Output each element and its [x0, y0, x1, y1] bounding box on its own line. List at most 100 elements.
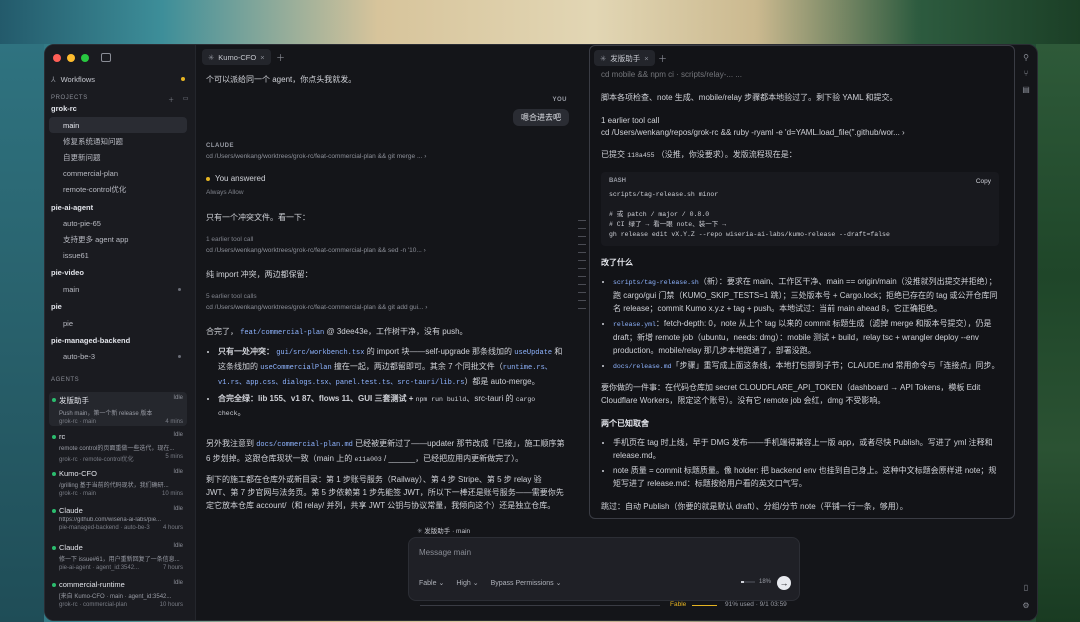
branch-item[interactable]: 自更新问题 [49, 149, 187, 165]
project-pie-ai-agent[interactable]: pie-ai-agent [51, 203, 93, 212]
agent-status-dot [52, 509, 56, 513]
branch-item[interactable]: pie [49, 315, 187, 331]
message-input[interactable]: Message main [419, 548, 471, 557]
branch-icon[interactable]: ⑂ [1021, 69, 1031, 79]
sidebar-toggle-icon[interactable] [101, 53, 111, 62]
tool-command[interactable]: cd /Users/wenkang/worktrees/grok-rc/feat… [206, 301, 566, 314]
close-window-button[interactable] [53, 53, 61, 62]
code-language-label: BASH [609, 178, 627, 184]
tool-command-text: cd /Users/wenkang/worktrees/grok-rc/feat… [206, 304, 424, 311]
text: 已提交 [601, 150, 625, 159]
merge-summary: 合完了， feat/commercial-plan @ 3dee43e，工作树干… [206, 325, 566, 340]
folder-icon[interactable]: ▭ [183, 95, 189, 104]
desktop-wallpaper-left [0, 44, 44, 622]
composer-controls: Fable ⌄ High ⌄ Bypass Permissions ⌄ [419, 579, 561, 587]
answered-label: You answered [215, 174, 266, 183]
zoom-window-button[interactable] [81, 53, 89, 62]
send-button[interactable]: → [777, 576, 791, 590]
permissions-select[interactable]: Bypass Permissions ⌄ [491, 579, 562, 587]
list-item: 只有一处冲突： gui/src/workbench.tsx 的 import 块… [218, 345, 566, 390]
project-grok-rc[interactable]: grok-rc [51, 104, 77, 113]
agents-header-label: AGENTS [51, 377, 80, 383]
minimize-window-button[interactable] [67, 53, 75, 62]
inline-code: release.yml [613, 321, 656, 328]
changes-list: scripts/tag-release.sh（新）：要求在 main、工作区干净… [601, 275, 1001, 375]
agent-item[interactable]: 发版助手 Idle Push main，第一个新 release 版本 grok-… [49, 392, 187, 426]
code-block: BASH Copy scripts/tag-release.sh minor #… [601, 172, 999, 246]
branch-item[interactable]: 支持更多 agent app [49, 231, 187, 247]
new-tab-icon[interactable]: ＋ [276, 51, 285, 64]
agent-status-dot [52, 398, 56, 402]
branch-item[interactable]: auto-pie-65 [49, 215, 187, 231]
branch-item[interactable]: 修复系统通知问题 [49, 133, 187, 149]
branch-item[interactable]: commercial-plan [49, 165, 187, 181]
text: 另外我注意到 [206, 439, 254, 448]
tool-command[interactable]: cd /Users/wenkang/worktrees/grok-rc/feat… [206, 150, 566, 163]
inline-code: gui/src/workbench.tsx [276, 349, 365, 357]
agent-item[interactable]: Claude Idle 修一下 issue#61，用户重新回复了一条信息... p… [49, 540, 187, 574]
agent-repo: grok-rc · main [59, 491, 97, 497]
tab-label: Kumo-CFO [218, 52, 257, 62]
permissions-label: Bypass Permissions [490, 580, 554, 587]
agent-status: Idle [173, 506, 183, 512]
branch-item[interactable]: main [49, 117, 187, 133]
text: 。 [237, 408, 246, 417]
document-icon[interactable]: ▤ [1021, 85, 1031, 95]
text: 撞在一起，两边都留即可。其余 7 个同批文件（ [333, 362, 503, 371]
tab-release-helper[interactable]: ✳ 发版助手 × [594, 50, 655, 66]
agent-time: 5 mins [165, 454, 183, 460]
settings-gear-icon[interactable]: ⚙ [1021, 601, 1031, 611]
inline-code: docs/commercial-plan.md [256, 441, 353, 449]
status-bar: Fable 91% used · 9/1 03:59 [420, 601, 800, 611]
branch-item[interactable]: main [49, 281, 187, 297]
branch-status-dot [178, 287, 181, 291]
add-project-icon[interactable]: ＋ [168, 95, 175, 104]
close-tab-icon[interactable]: × [260, 53, 264, 62]
message-paragraph: 剩下的施工都在仓库外或新目录：第 1 步账号服务（Railway）、第 4 步 … [206, 475, 564, 510]
project-pie[interactable]: pie [51, 302, 62, 311]
tab-label: 发版助手 [610, 53, 641, 63]
branch-item[interactable]: issue61 [49, 247, 187, 263]
tool-command[interactable]: cd /Users/wenkang/repos/grok-rc && ruby … [601, 126, 1001, 139]
right-rail: ⚲ ⑂ ▤ ▯ ⚙ [1017, 45, 1037, 620]
agent-name: 发版助手 [59, 396, 89, 405]
arrow-right-icon: → [779, 578, 789, 588]
message-composer[interactable]: Message main Fable ⌄ High ⌄ Bypass Permi… [408, 537, 800, 601]
list-item: 手机页在 tag 时上线，早于 DMG 发布——手机端得兼容上一版 app，或者… [613, 436, 1001, 462]
project-pie-video[interactable]: pie-video [51, 268, 84, 277]
text: / ______，已经把应用内更新做完了）。 [384, 454, 524, 463]
workflows-item[interactable]: ⅄ Workflows [51, 71, 189, 87]
effort-select[interactable]: High ⌄ [456, 579, 478, 587]
project-pie-managed-backend[interactable]: pie-managed-backend [51, 336, 130, 345]
secondary-chat-panel: ✳ 发版助手 × ＋ cd mobile && npm ci · scripts… [589, 45, 1015, 519]
workflows-indicator-icon [181, 77, 185, 81]
agent-item[interactable]: rc Idle remote control的页面重做一些迭代，现在... gro… [49, 429, 187, 463]
text: 「步骤」重写成上面这条线，本地打包挪到子节；CLAUDE.md 常用命令与「连接… [671, 361, 1000, 370]
tab-kumo-cfo[interactable]: ✳ Kumo-CFO × [202, 49, 271, 65]
agent-time: 10 hours [159, 602, 183, 608]
mobile-icon[interactable]: ▯ [1021, 583, 1031, 593]
agent-name: Claude [59, 543, 83, 552]
agent-message: /grilling 基于当前的代码现状，我们确研... [59, 483, 169, 489]
scroll-indicator[interactable] [578, 220, 586, 316]
close-tab-icon[interactable]: × [644, 54, 648, 63]
desktop-wallpaper [0, 0, 1080, 44]
code-line: # CI 绿了 → 看一眼 note、装一下 → [609, 221, 727, 228]
branch-item[interactable]: auto-be-3 [49, 348, 187, 364]
agent-item[interactable]: Claude Idle https://github.com/wiseria-ai… [49, 503, 187, 537]
agent-message: remote control的页面重做一些迭代，现在... [59, 446, 175, 452]
tool-command[interactable]: cd /Users/wenkang/worktrees/grok-rc/feat… [206, 244, 566, 257]
new-tab-icon[interactable]: ＋ [658, 52, 667, 65]
agent-message: 修一下 issue#61，用户重新回复了一条信息... [59, 557, 180, 563]
agent-status: Idle [173, 543, 183, 549]
tools-icon[interactable]: ⚲ [1021, 53, 1031, 63]
model-select[interactable]: Fable ⌄ [419, 579, 444, 587]
branch-item[interactable]: remote-control优化 [49, 181, 187, 197]
agent-time: 4 hours [162, 525, 183, 531]
agent-item[interactable]: Kumo-CFO Idle /grilling 基于当前的代码现状，我们确研...… [49, 466, 187, 500]
copy-button[interactable]: Copy [976, 178, 991, 185]
agent-item[interactable]: commercial-runtime Idle [来自 Kumo-CFO · ma… [49, 577, 187, 611]
chevron-down-icon: ⌄ [438, 580, 445, 587]
text: （没推，你没要求）。发版流程现在是： [656, 150, 797, 159]
merge-details: 只有一处冲突： gui/src/workbench.tsx 的 import 块… [206, 345, 566, 422]
